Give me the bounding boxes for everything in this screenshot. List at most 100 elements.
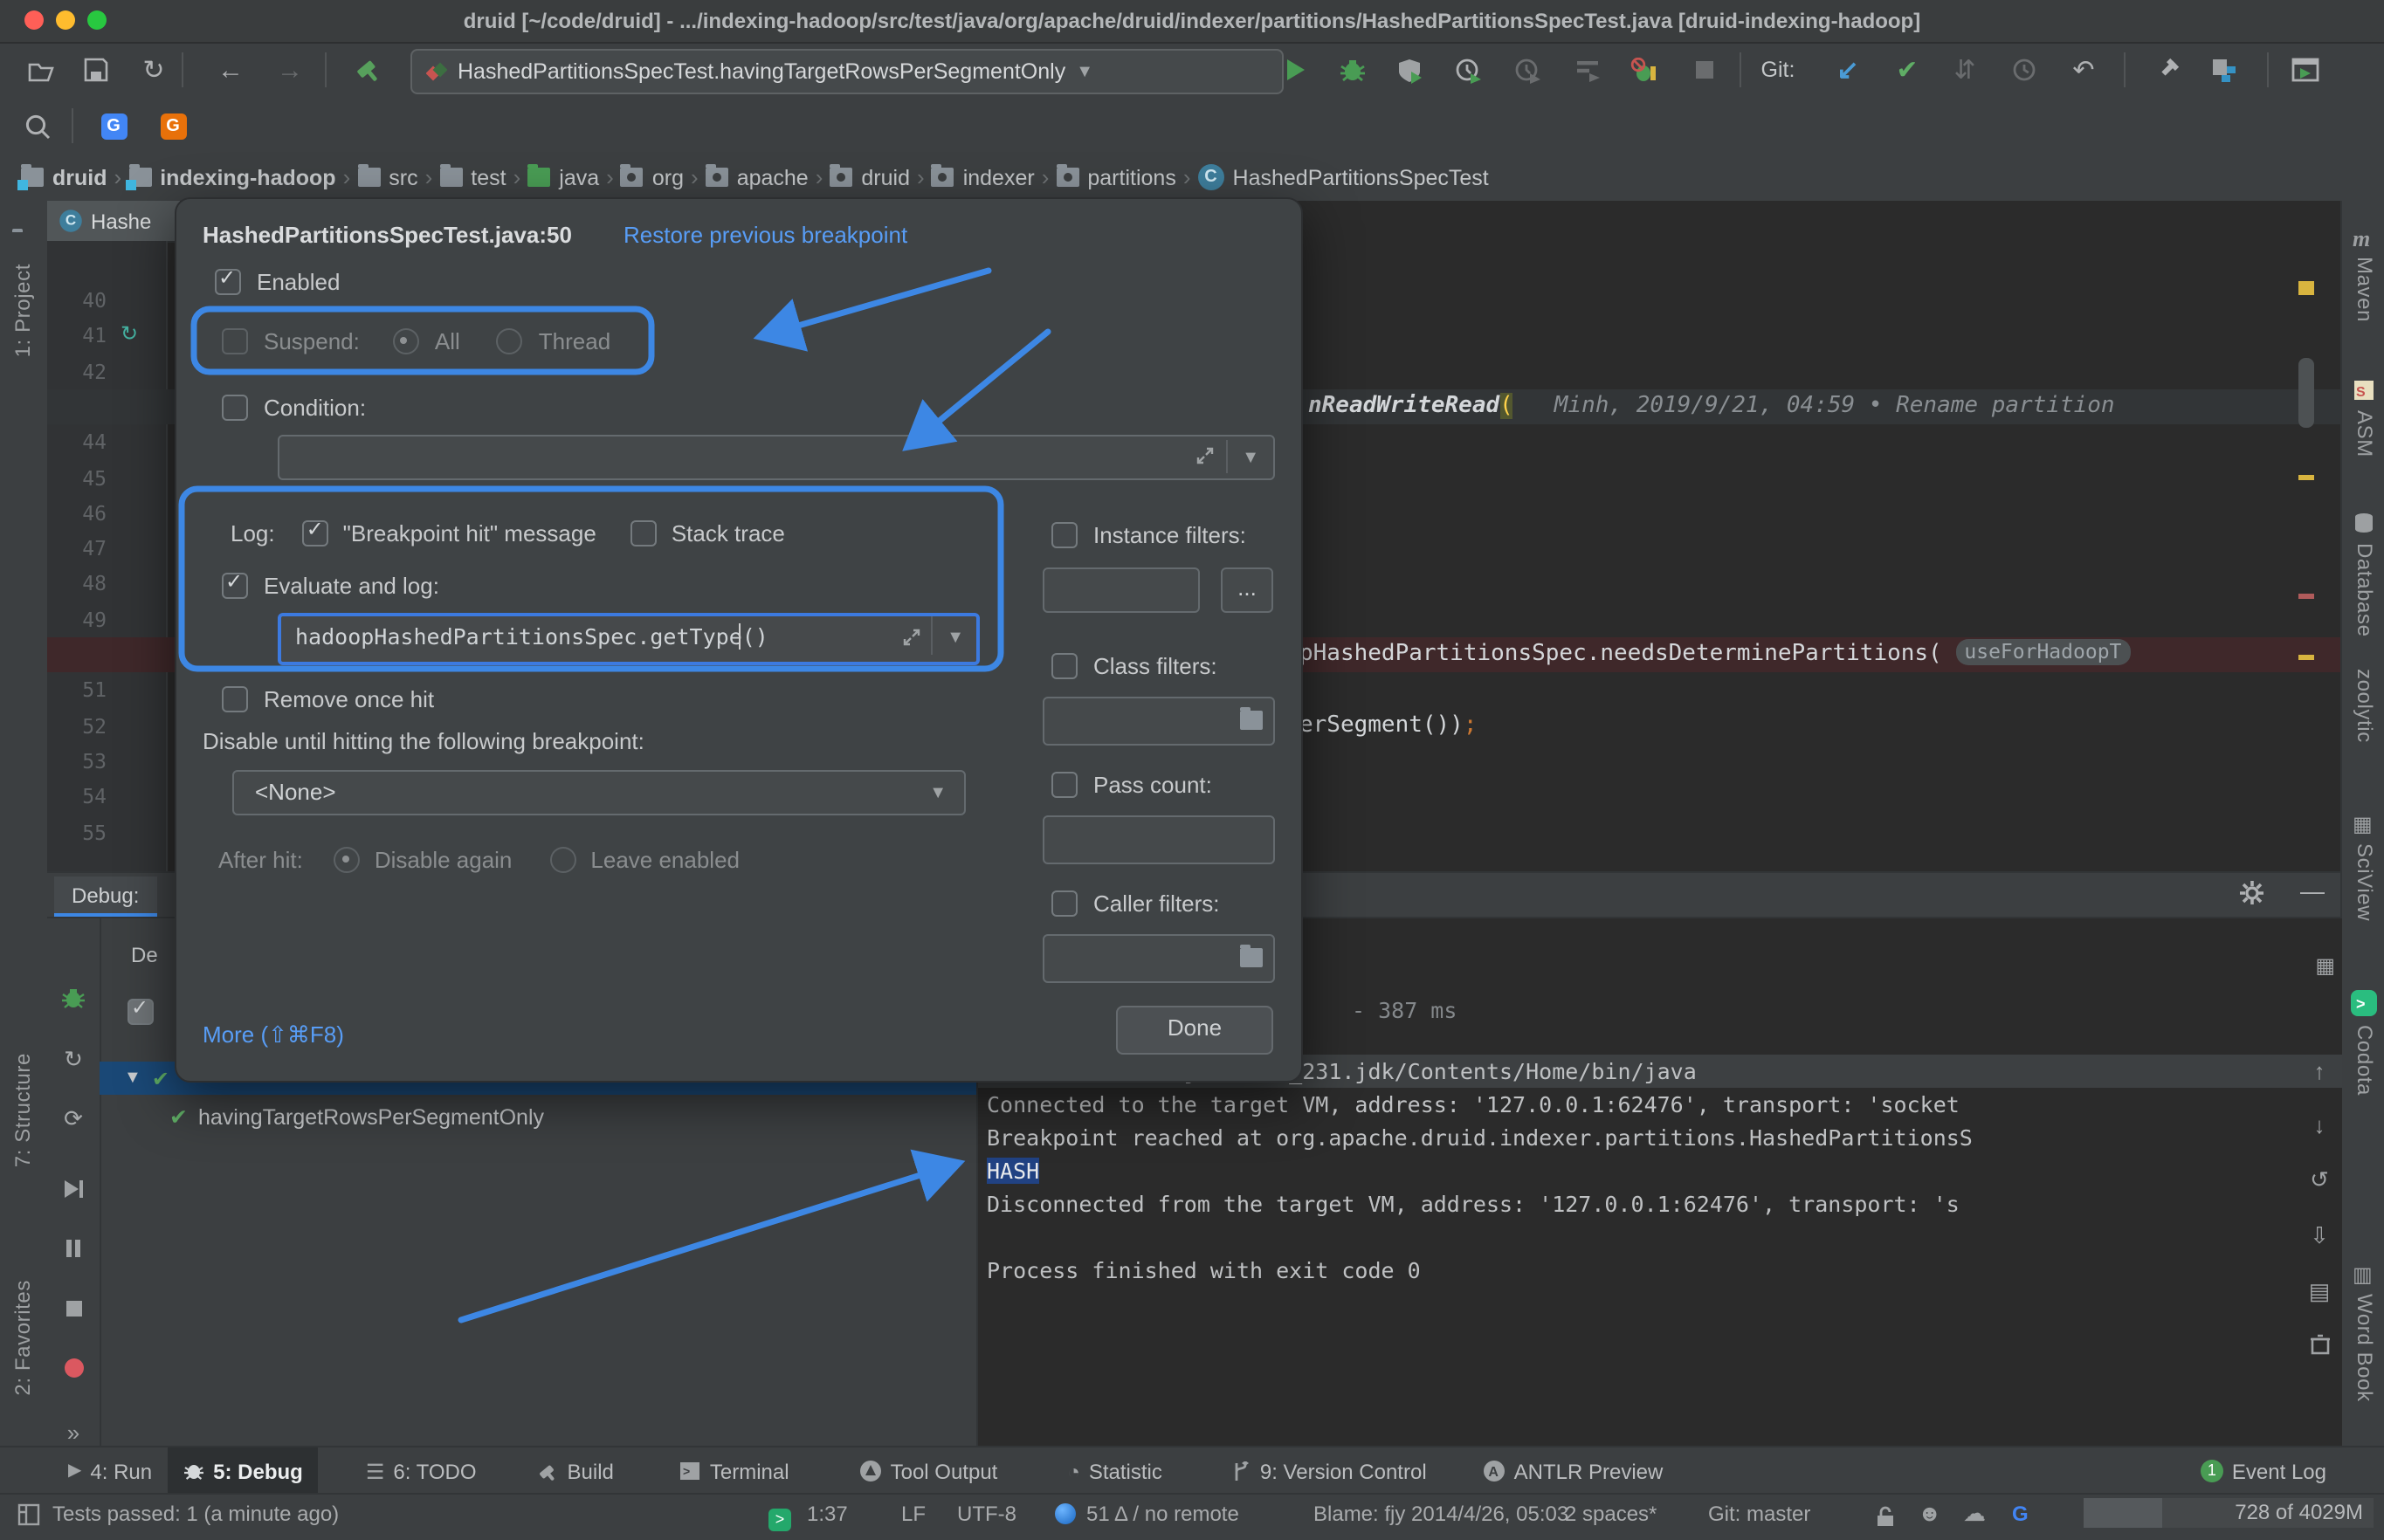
tool-button-codota[interactable]: Codota: [2353, 1025, 2377, 1096]
suspend-thread-radio[interactable]: [497, 328, 523, 354]
pass-count-checkbox[interactable]: [1051, 772, 1078, 798]
leave-enabled-radio[interactable]: [550, 847, 576, 873]
tool-button-zoolytic[interactable]: zoolytic: [2353, 669, 2377, 743]
instance-filters-input[interactable]: [1043, 567, 1200, 613]
coverage-icon[interactable]: [1392, 52, 1427, 87]
suspend-all-radio[interactable]: [393, 328, 419, 354]
build-hammer-icon[interactable]: [349, 52, 384, 87]
cloud-sync-icon[interactable]: ☁: [1963, 1495, 1986, 1533]
gutter-rerun-test-icon[interactable]: ↻: [121, 321, 138, 346]
tool-button-tool-output[interactable]: Tool Output: [844, 1447, 1014, 1495]
tool-button-todo[interactable]: ☰6: TODO: [350, 1447, 493, 1495]
restore-breakpoint-link[interactable]: Restore previous breakpoint: [624, 222, 907, 248]
breadcrumb-item[interactable]: indexer: [932, 165, 1035, 189]
memory-indicator[interactable]: 728 of 4029M: [2084, 1498, 2374, 1528]
chevron-down-icon[interactable]: ▼: [947, 629, 964, 648]
git-push-icon[interactable]: ⇵: [1947, 52, 1982, 87]
tool-button-asm[interactable]: ASM: [2353, 410, 2377, 457]
tool-button-structure[interactable]: 7: Structure: [10, 1053, 35, 1167]
project-structure-icon[interactable]: [2206, 52, 2241, 87]
debug-header-tab[interactable]: Debug:: [54, 877, 156, 917]
rollback-icon[interactable]: ↶: [2066, 52, 2101, 87]
open-icon[interactable]: [23, 52, 58, 87]
remove-once-checkbox[interactable]: [222, 686, 248, 712]
condition-input[interactable]: ▼: [278, 435, 1275, 480]
translate-blue-icon[interactable]: G: [96, 108, 131, 143]
clear-console-icon[interactable]: [2310, 1334, 2329, 1360]
folder-browse-icon[interactable]: [1240, 946, 1263, 973]
debug-icon[interactable]: [1334, 52, 1369, 87]
breadcrumb-item[interactable]: apache: [706, 165, 809, 189]
prev-stacktrace-icon[interactable]: ↑: [2314, 1058, 2325, 1084]
error-stripe-mark[interactable]: [2298, 594, 2314, 599]
tool-button-sciview[interactable]: SciView: [2353, 843, 2377, 921]
show-passed-filter-icon[interactable]: [127, 999, 154, 1030]
window-resize-grip-icon[interactable]: [17, 1500, 40, 1538]
tool-button-debug[interactable]: 5: Debug: [168, 1447, 319, 1495]
tool-button-statistic[interactable]: ◔Statistic: [1051, 1447, 1178, 1495]
save-icon[interactable]: [79, 52, 114, 87]
stack-trace-checkbox[interactable]: [631, 520, 658, 547]
tool-button-wordbook[interactable]: Word Book: [2353, 1294, 2377, 1402]
caller-filters-checkbox[interactable]: [1051, 890, 1078, 917]
tool-button-favorites[interactable]: 2: Favorites: [10, 1280, 35, 1396]
tool-button-antlr-preview[interactable]: AANTLR Preview: [1467, 1447, 1679, 1495]
run-with-parameters-icon[interactable]: [1570, 52, 1605, 87]
class-filters-input[interactable]: [1043, 697, 1275, 746]
search-icon[interactable]: [19, 108, 54, 143]
log-message-checkbox[interactable]: [303, 520, 329, 547]
condition-checkbox[interactable]: [222, 395, 248, 421]
stop-icon[interactable]: [1687, 52, 1722, 87]
breadcrumb-item[interactable]: CHashedPartitionsSpecTest: [1198, 164, 1489, 190]
settings-wrench-icon[interactable]: [2148, 52, 2183, 87]
attach-debugger-icon[interactable]: [1626, 52, 1661, 87]
more-link[interactable]: More (⇧⌘F8): [203, 1021, 344, 1049]
pass-count-input[interactable]: [1043, 815, 1275, 864]
tool-button-project[interactable]: 1: Project: [10, 264, 35, 357]
google-icon[interactable]: G: [2012, 1495, 2029, 1533]
warning-stripe-mark[interactable]: [2298, 655, 2314, 660]
file-encoding[interactable]: UTF-8: [957, 1495, 1016, 1533]
disable-again-radio[interactable]: [334, 847, 361, 873]
sync-icon[interactable]: ↻: [136, 52, 171, 87]
next-stacktrace-icon[interactable]: ↓: [2314, 1112, 2325, 1138]
tool-button-database[interactable]: Database: [2353, 543, 2377, 637]
disable-until-select[interactable]: <None> ▼: [232, 770, 966, 815]
forward-icon[interactable]: →: [272, 52, 307, 87]
breadcrumb-item[interactable]: druid: [830, 165, 910, 189]
editor-tab[interactable]: C Hashe: [47, 201, 180, 243]
tool-button-terminal[interactable]: >Terminal: [665, 1447, 805, 1495]
test-tree-row[interactable]: ✔ havingTargetRowsPerSegmentOnly 387 ms: [100, 1100, 1093, 1133]
git-changes[interactable]: 51 Δ / no remote: [1086, 1495, 1239, 1533]
breadcrumb-item[interactable]: test: [439, 165, 506, 189]
caret-position[interactable]: 1:37: [807, 1495, 848, 1533]
warning-stripe-mark[interactable]: [2298, 475, 2314, 480]
hide-tool-window-icon[interactable]: —: [2300, 877, 2325, 904]
run-icon[interactable]: [1277, 52, 1312, 87]
scrollbar-thumb[interactable]: [2298, 358, 2314, 428]
console-layout-icon[interactable]: ▦: [2315, 953, 2335, 978]
profiler-icon[interactable]: [1451, 52, 1486, 87]
tool-button-run[interactable]: ▶4: Run: [52, 1447, 168, 1495]
soft-wrap-icon[interactable]: ↺: [2310, 1166, 2329, 1194]
evaluate-checkbox[interactable]: [222, 573, 248, 599]
scroll-to-end-icon[interactable]: ⇩: [2310, 1222, 2329, 1250]
line-separator[interactable]: LF: [901, 1495, 926, 1533]
expand-icon[interactable]: [903, 629, 920, 651]
tool-button-maven[interactable]: Maven: [2353, 257, 2377, 322]
instance-filters-checkbox[interactable]: [1051, 522, 1078, 548]
breadcrumb-item[interactable]: java: [527, 165, 599, 189]
enabled-checkbox[interactable]: [215, 269, 241, 295]
tool-button-version-control[interactable]: 9: Version Control: [1216, 1447, 1443, 1495]
view-breakpoints-icon[interactable]: [47, 1357, 100, 1383]
folder-browse-icon[interactable]: [1240, 709, 1263, 735]
resume-icon[interactable]: [47, 1179, 100, 1205]
remote-changes-icon[interactable]: [1055, 1495, 1076, 1533]
git-history-icon[interactable]: [2007, 52, 2042, 87]
debug-bug-icon[interactable]: [47, 987, 100, 1014]
rerun-icon[interactable]: ↻: [47, 1046, 100, 1074]
debugger-tab-partial[interactable]: De: [131, 943, 158, 967]
stop-process-icon[interactable]: [47, 1297, 100, 1323]
tool-button-build[interactable]: Build: [520, 1447, 630, 1495]
indent-setting[interactable]: 2 spaces*: [1565, 1495, 1657, 1533]
